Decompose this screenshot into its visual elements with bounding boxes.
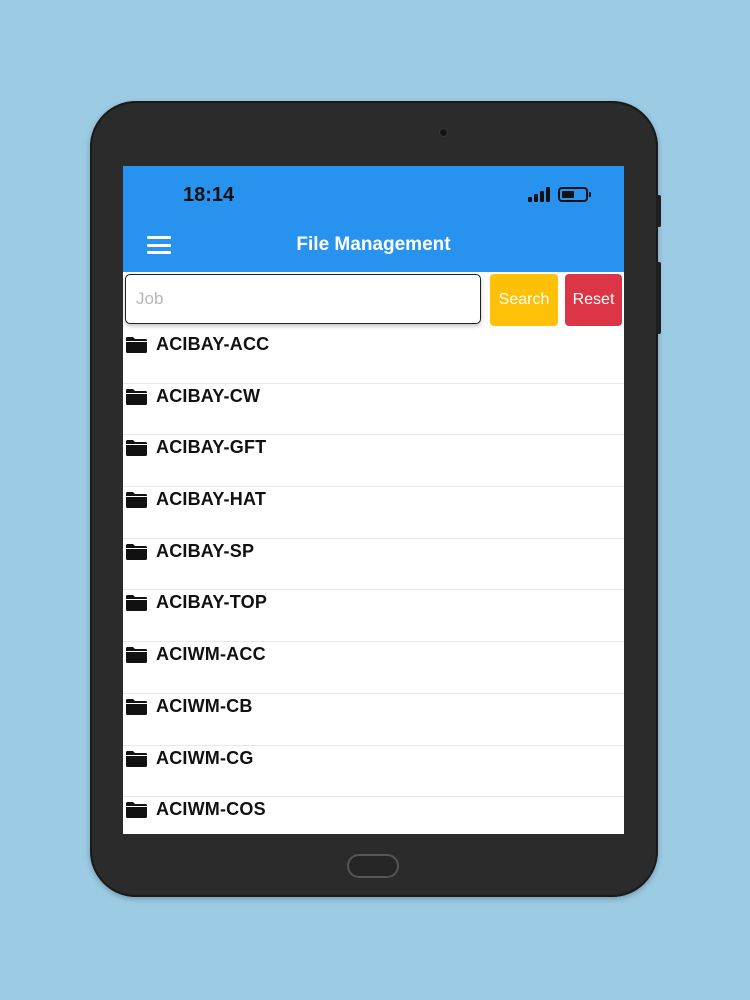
- folder-name: ACIWM-ACC: [156, 644, 266, 665]
- status-icons: [528, 186, 591, 202]
- folder-icon: [126, 647, 147, 664]
- folder-list-item[interactable]: ACIWM-COS: [123, 797, 624, 834]
- folder-name: ACIWM-CB: [156, 695, 253, 716]
- folder-icon: [126, 543, 147, 560]
- folder-icon: [126, 595, 147, 612]
- folder-icon: [126, 388, 147, 405]
- folder-list-item[interactable]: ACIBAY-ACC: [123, 332, 624, 384]
- folder-icon: [126, 698, 147, 715]
- app-screen: 18:14 File Management Search Reset: [123, 166, 624, 834]
- folder-icon: [126, 337, 147, 353]
- folder-name: ACIBAY-ACC: [156, 334, 270, 354]
- folder-list-item[interactable]: ACIBAY-TOP: [123, 590, 624, 643]
- page-title: File Management: [296, 234, 451, 255]
- folder-list-item[interactable]: ACIBAY-SP: [123, 539, 624, 591]
- folder-icon: [126, 802, 147, 819]
- job-search-input[interactable]: [125, 274, 481, 324]
- folder-name: ACIBAY-SP: [156, 540, 255, 561]
- battery-icon: [558, 186, 591, 202]
- folder-icon: [126, 492, 147, 509]
- folder-name: ACIBAY-TOP: [156, 592, 268, 613]
- folder-name: ACIBAY-GFT: [156, 437, 267, 458]
- volume-up-button: [656, 195, 661, 227]
- folder-name: ACIBAY-HAT: [156, 489, 267, 510]
- reset-button[interactable]: Reset: [565, 274, 622, 326]
- status-time: 18:14: [183, 184, 235, 206]
- folder-list-item[interactable]: ACIBAY-HAT: [123, 487, 624, 539]
- folder-list-item[interactable]: ACIBAY-GFT: [123, 435, 624, 488]
- search-button[interactable]: Search: [490, 274, 558, 326]
- folder-name: ACIWM-COS: [156, 799, 266, 820]
- folder-list-item[interactable]: ACIWM-CG: [123, 746, 624, 798]
- folder-icon: [126, 440, 147, 457]
- camera-icon: [440, 129, 447, 136]
- home-button[interactable]: [347, 854, 399, 878]
- folder-name: ACIWM-CG: [156, 747, 254, 768]
- folder-list-item[interactable]: ACIWM-ACC: [123, 642, 624, 694]
- signal-icon: [528, 186, 550, 202]
- search-bar: Search Reset: [123, 272, 624, 328]
- folder-name: ACIBAY-CW: [156, 385, 261, 406]
- folder-icon: [126, 750, 147, 767]
- folder-list-item[interactable]: ACIBAY-CW: [123, 384, 624, 436]
- volume-down-button: [656, 262, 661, 334]
- app-bar: 18:14 File Management: [123, 166, 624, 272]
- folder-list: ACIBAY-ACC ACIBAY-CW ACIBAY-GFT ACIBAY-HAT A…: [123, 332, 624, 834]
- page: 18:14 File Management Search Reset: [0, 0, 750, 1000]
- folder-list-item[interactable]: ACIWM-CB: [123, 694, 624, 746]
